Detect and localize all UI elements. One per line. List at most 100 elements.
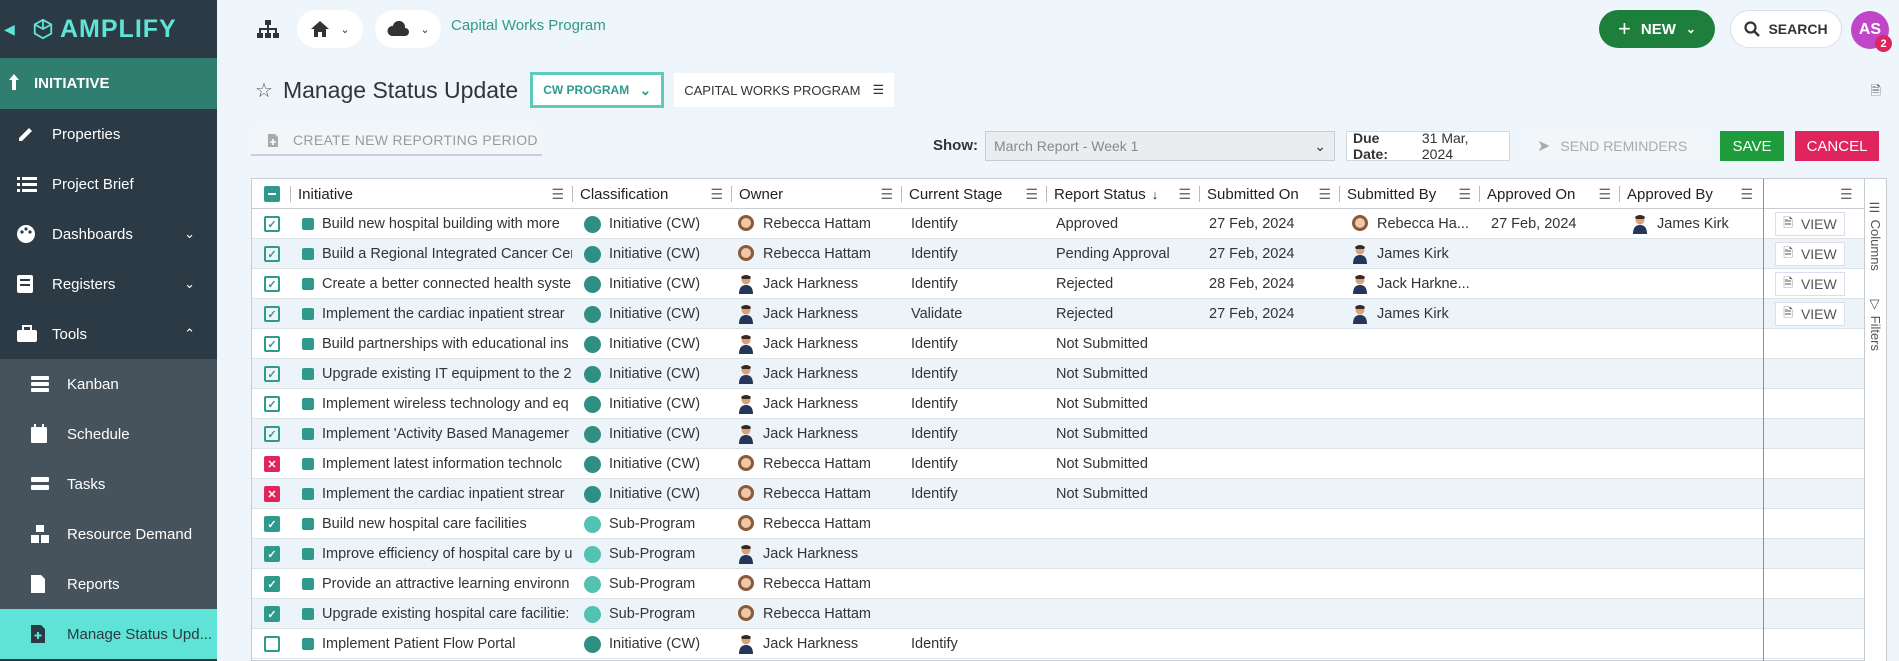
row-checkbox[interactable]: ✓	[264, 209, 280, 239]
column-separator[interactable]	[731, 186, 732, 202]
hierarchy-icon[interactable]	[255, 19, 281, 39]
filters-tab[interactable]: ▽ Filters	[1868, 297, 1883, 351]
table-row[interactable]: ✓ Build new hospital building with more In…	[252, 209, 1864, 239]
column-menu-icon[interactable]: ☰	[1318, 186, 1331, 203]
columns-tab[interactable]: ☰ Columns	[1868, 201, 1883, 271]
row-checkbox[interactable]: ✕	[264, 449, 280, 479]
table-row[interactable]: ✓ Build new hospital care facilities Sub-P…	[252, 509, 1864, 539]
initiative-cell[interactable]: Implement latest information technolc	[302, 449, 572, 479]
column-header-initiative[interactable]: Initiative ☰	[292, 179, 574, 209]
open-link-icon[interactable]	[302, 278, 314, 290]
column-separator[interactable]	[290, 186, 291, 202]
table-row[interactable]: ✕ Implement latest information technolc In…	[252, 449, 1864, 479]
save-button[interactable]: SAVE	[1720, 131, 1784, 161]
open-link-icon[interactable]	[302, 518, 314, 530]
initiative-cell[interactable]: Build new hospital building with more	[302, 209, 572, 239]
column-separator[interactable]	[1199, 186, 1200, 202]
table-row[interactable]: Implement Patient Flow Portal Initiative …	[252, 629, 1864, 659]
column-header-owner[interactable]: Owner ☰	[733, 179, 903, 209]
sidebar-subitem-schedule[interactable]: Schedule	[0, 409, 217, 459]
cloud-menu-button[interactable]: ⌄	[375, 10, 441, 48]
column-header-report-status[interactable]: Report Status ↓ ☰	[1048, 179, 1201, 209]
sidebar-subitem-manage-status-upd-[interactable]: Manage Status Upd...	[0, 609, 217, 659]
row-checkbox[interactable]: ✓	[264, 239, 280, 269]
program-label-button[interactable]: CAPITAL WORKS PROGRAM ☰	[674, 73, 895, 107]
due-date-field[interactable]: Due Date: 31 Mar, 2024	[1346, 130, 1510, 162]
open-link-icon[interactable]	[302, 218, 314, 230]
column-header-current-stage[interactable]: Current Stage ☰	[903, 179, 1048, 209]
column-separator[interactable]	[901, 186, 902, 202]
cancel-button[interactable]: CANCEL	[1795, 131, 1879, 161]
row-checkbox[interactable]: ✓	[264, 539, 280, 569]
column-separator[interactable]	[572, 186, 573, 202]
collapse-sidebar-icon[interactable]: ◀	[4, 21, 32, 38]
initiative-cell[interactable]: Implement Patient Flow Portal	[302, 629, 572, 659]
row-checkbox[interactable]: ✓	[264, 299, 280, 329]
open-link-icon[interactable]	[302, 308, 314, 320]
initiative-cell[interactable]: Build new hospital care facilities	[302, 509, 572, 539]
row-checkbox[interactable]: ✕	[264, 479, 280, 509]
new-button[interactable]: + NEW ⌄	[1599, 10, 1715, 48]
column-menu-icon[interactable]: ☰	[1740, 186, 1753, 203]
column-header-approved-on[interactable]: Approved On ☰	[1481, 179, 1621, 209]
open-link-icon[interactable]	[302, 548, 314, 560]
breadcrumb[interactable]: Capital Works Program	[451, 17, 606, 34]
column-separator[interactable]	[1619, 186, 1620, 202]
initiative-cell[interactable]: Implement wireless technology and eq	[302, 389, 572, 419]
view-button[interactable]: 🗎 VIEW	[1775, 272, 1845, 296]
open-link-icon[interactable]	[302, 248, 314, 260]
create-reporting-period-button[interactable]: CREATE NEW REPORTING PERIOD	[251, 126, 542, 156]
search-button[interactable]: SEARCH	[1730, 10, 1842, 48]
column-header-approved-by[interactable]: Approved By ☰	[1621, 179, 1763, 209]
column-separator[interactable]	[1339, 186, 1340, 202]
column-menu-icon[interactable]: ☰	[1025, 186, 1038, 203]
row-checkbox[interactable]: ✓	[264, 509, 280, 539]
initiative-cell[interactable]: Create a better connected health syste	[302, 269, 572, 299]
row-checkbox[interactable]: ✓	[264, 419, 280, 449]
column-header-submitted-by[interactable]: Submitted By ☰	[1341, 179, 1481, 209]
initiative-cell[interactable]: Implement the cardiac inpatient strear	[302, 479, 572, 509]
sidebar-section-initiative[interactable]: INITIATIVE	[0, 58, 217, 109]
select-all-checkbox[interactable]	[264, 179, 280, 209]
column-menu-icon[interactable]: ☰	[1598, 186, 1611, 203]
open-link-icon[interactable]	[302, 488, 314, 500]
amplify-logo[interactable]: AMPLIFY	[32, 15, 177, 44]
column-header-classification[interactable]: Classification ☰	[574, 179, 733, 209]
table-row[interactable]: ✓ Build a Regional Integrated Cancer Cer I…	[252, 239, 1864, 269]
initiative-cell[interactable]: Improve efficiency of hospital care by u	[302, 539, 572, 569]
program-select[interactable]: CW PROGRAM ⌄	[530, 72, 665, 108]
view-button[interactable]: 🗎 VIEW	[1775, 302, 1845, 326]
table-row[interactable]: ✓ Implement the cardiac inpatient strear I…	[252, 299, 1864, 329]
row-checkbox[interactable]: ✓	[264, 389, 280, 419]
table-row[interactable]: ✓ Build partnerships with educational ins…	[252, 329, 1864, 359]
column-header-submitted-on[interactable]: Submitted On ☰	[1201, 179, 1341, 209]
initiative-cell[interactable]: Provide an attractive learning environn	[302, 569, 572, 599]
column-menu-icon[interactable]: ☰	[1458, 186, 1471, 203]
table-row[interactable]: ✓ Improve efficiency of hospital care by …	[252, 539, 1864, 569]
table-row[interactable]: ✓ Provide an attractive learning environn…	[252, 569, 1864, 599]
sidebar-item-tools[interactable]: Tools ⌃	[0, 309, 217, 359]
sidebar-item-properties[interactable]: Properties	[0, 109, 217, 159]
sidebar-subitem-reports[interactable]: Reports	[0, 559, 217, 609]
table-row[interactable]: ✓ Upgrade existing hospital care faciliti…	[252, 599, 1864, 629]
user-avatar[interactable]: AS 2	[1851, 11, 1892, 52]
initiative-cell[interactable]: Build partnerships with educational ins	[302, 329, 572, 359]
row-checkbox[interactable]: ✓	[264, 359, 280, 389]
open-link-icon[interactable]	[302, 368, 314, 380]
home-menu-button[interactable]: ⌄	[297, 10, 363, 48]
row-checkbox[interactable]	[264, 629, 280, 659]
sidebar-subitem-resource-demand[interactable]: Resource Demand	[0, 509, 217, 559]
table-row[interactable]: ✓ Upgrade existing IT equipment to the 2 I…	[252, 359, 1864, 389]
row-checkbox[interactable]: ✓	[264, 599, 280, 629]
column-menu-icon[interactable]: ☰	[1178, 186, 1191, 203]
view-button[interactable]: 🗎 VIEW	[1775, 242, 1845, 266]
open-link-icon[interactable]	[302, 578, 314, 590]
open-link-icon[interactable]	[302, 398, 314, 410]
open-link-icon[interactable]	[302, 638, 314, 650]
table-row[interactable]: ✕ Implement the cardiac inpatient strear I…	[252, 479, 1864, 509]
document-icon[interactable]: 🗎	[1871, 82, 1881, 104]
row-checkbox[interactable]: ✓	[264, 269, 280, 299]
open-link-icon[interactable]	[302, 338, 314, 350]
column-menu-icon[interactable]: ☰	[710, 186, 723, 203]
column-menu-icon[interactable]: ☰	[880, 186, 893, 203]
